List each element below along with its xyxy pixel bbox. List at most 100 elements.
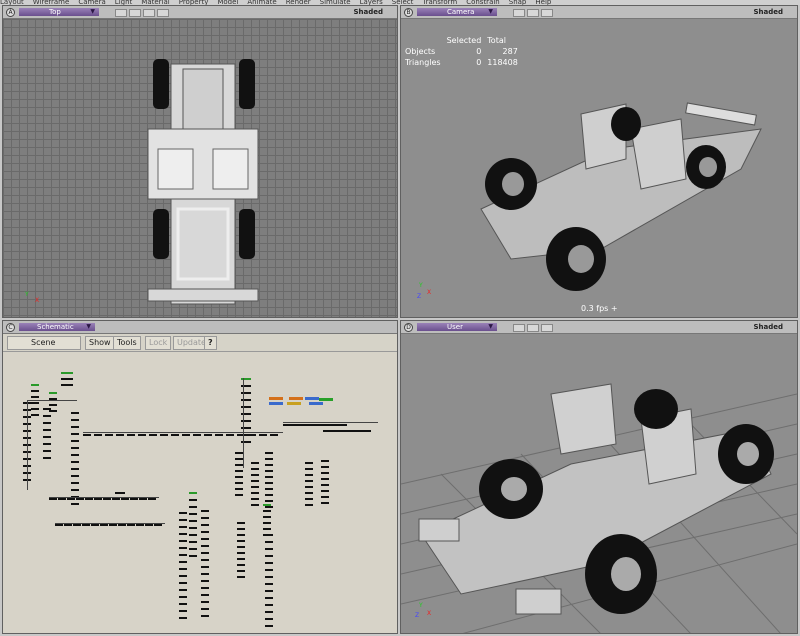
schematic-node[interactable] [189,520,197,522]
schematic-node[interactable] [171,434,179,436]
schematic-node[interactable] [265,464,273,466]
shading-mode[interactable]: Shaded [353,6,383,18]
schematic-node[interactable] [43,436,51,438]
schematic-node[interactable] [201,552,209,554]
schematic-node[interactable] [43,415,51,417]
lock-button[interactable]: Lock [145,336,172,350]
schematic-node[interactable] [201,608,209,610]
schematic-node[interactable] [100,524,108,526]
schematic-node[interactable] [189,513,197,515]
schematic-node[interactable] [55,524,63,526]
schematic-node[interactable] [179,568,187,570]
schematic-node[interactable] [58,498,66,500]
schematic-node[interactable] [237,564,245,566]
schematic-node[interactable] [94,498,102,500]
schematic-node[interactable] [235,494,243,496]
display-button[interactable] [527,324,539,332]
schematic-node[interactable] [82,524,90,526]
schematic-node[interactable] [71,489,79,491]
schematic-node[interactable] [49,392,57,394]
schematic-node[interactable] [179,512,187,514]
shading-mode[interactable]: Shaded [753,6,783,18]
schematic-node[interactable] [291,424,299,426]
schematic-node[interactable] [305,492,313,494]
schematic-node[interactable] [61,372,73,374]
schematic-node[interactable] [43,450,51,452]
schematic-node[interactable] [31,402,39,404]
schematic-node[interactable] [67,498,75,500]
schematic-node[interactable] [73,524,81,526]
schematic-node[interactable] [235,476,243,478]
display-button[interactable] [527,9,539,17]
schematic-node[interactable] [251,492,259,494]
schematic-node[interactable] [265,597,273,599]
scene-dropdown[interactable]: Scene [7,336,81,350]
schematic-node[interactable] [309,402,323,405]
schematic-node[interactable] [201,531,209,533]
schematic-node[interactable] [71,454,79,456]
schematic-node[interactable] [265,482,273,484]
schematic-node[interactable] [265,562,273,564]
schematic-node[interactable] [31,390,39,392]
schematic-node[interactable] [265,476,273,478]
schematic-node[interactable] [259,434,267,436]
display-button[interactable] [513,9,525,17]
display-button[interactable] [157,9,169,17]
schematic-graph[interactable] [3,352,397,633]
schematic-node[interactable] [201,601,209,603]
schematic-node[interactable] [179,575,187,577]
help-button[interactable]: ? [204,336,217,350]
schematic-node[interactable] [201,545,209,547]
schematic-node[interactable] [265,541,273,543]
schematic-node[interactable] [179,526,187,528]
schematic-node[interactable] [201,559,209,561]
schematic-node[interactable] [71,447,79,449]
schematic-node[interactable] [339,424,347,426]
viewport-schematic[interactable]: C Schematic ▼ Scene Show Tools Lock Updat… [2,320,398,634]
schematic-node[interactable] [179,582,187,584]
display-button[interactable] [143,9,155,17]
schematic-node[interactable] [215,434,223,436]
viewport-user[interactable]: D User ▼ Shaded Y X Z [400,320,798,634]
schematic-node[interactable] [49,498,57,500]
schematic-node[interactable] [201,510,209,512]
schematic-node[interactable] [31,408,39,410]
schematic-node[interactable] [237,558,245,560]
schematic-node[interactable] [263,522,271,524]
schematic-node[interactable] [235,470,243,472]
schematic-node[interactable] [43,443,51,445]
schematic-node[interactable] [179,547,187,549]
schematic-node[interactable] [179,617,187,619]
schematic-node[interactable] [265,569,273,571]
schematic-node[interactable] [179,589,187,591]
schematic-node[interactable] [201,524,209,526]
schematic-node[interactable] [201,573,209,575]
schematic-node[interactable] [71,433,79,435]
schematic-node[interactable] [251,480,259,482]
schematic-node[interactable] [265,576,273,578]
schematic-node[interactable] [138,434,146,436]
schematic-node[interactable] [112,498,120,500]
schematic-node[interactable] [189,534,197,536]
user-view[interactable]: Y X Z [401,334,797,633]
schematic-node[interactable] [321,460,329,462]
schematic-node[interactable] [154,524,162,526]
schematic-node[interactable] [226,434,234,436]
schematic-node[interactable] [321,484,329,486]
schematic-node[interactable] [331,424,339,426]
display-button[interactable] [115,9,127,17]
schematic-node[interactable] [121,498,129,500]
schematic-node[interactable] [179,533,187,535]
tools-menu-button[interactable]: Tools [113,336,141,350]
schematic-node[interactable] [83,434,91,436]
schematic-node[interactable] [321,502,329,504]
schematic-node[interactable] [305,486,313,488]
schematic-node[interactable] [289,397,303,400]
schematic-node[interactable] [49,404,57,406]
viewport-camera[interactable]: B Camera ▼ Shaded Selected Total Objects 0 2… [400,5,798,318]
schematic-node[interactable] [265,611,273,613]
schematic-node[interactable] [149,434,157,436]
schematic-node[interactable] [339,430,347,432]
schematic-node[interactable] [31,396,39,398]
schematic-node[interactable] [319,398,333,401]
